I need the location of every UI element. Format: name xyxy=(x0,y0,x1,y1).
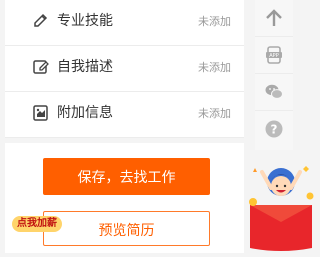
svg-text:?: ? xyxy=(271,123,278,137)
raise-salary-promo[interactable] xyxy=(244,150,318,253)
wechat-icon xyxy=(265,84,283,99)
svg-text:APP: APP xyxy=(269,53,278,59)
section-label: 附加信息 xyxy=(57,105,113,121)
divider xyxy=(5,138,244,143)
promo-label: 点我加薪 xyxy=(12,216,62,232)
side-tool-rail: APP ? xyxy=(255,0,293,150)
section-status: 未添加 xyxy=(198,61,231,74)
section-row-additional-info[interactable]: 附加信息 未添加 xyxy=(5,92,244,138)
section-row-self-description[interactable]: 自我描述 未添加 xyxy=(5,46,244,92)
pen-icon xyxy=(32,12,50,30)
section-label: 自我描述 xyxy=(57,59,113,75)
info-icon xyxy=(32,104,50,122)
section-row-skills[interactable]: 专业技能 未添加 xyxy=(5,0,244,46)
help-icon: ? xyxy=(265,120,283,138)
save-and-find-job-button[interactable]: 保存，去找工作 xyxy=(43,158,210,195)
section-label: 专业技能 xyxy=(57,13,113,29)
back-to-top-button[interactable] xyxy=(255,0,293,37)
wechat-button[interactable] xyxy=(255,74,293,111)
preview-resume-button[interactable]: 预览简历 xyxy=(43,211,210,246)
section-status: 未添加 xyxy=(198,107,231,120)
app-download-button[interactable]: APP xyxy=(255,37,293,74)
edit-icon xyxy=(32,58,50,76)
app-icon: APP xyxy=(266,46,282,64)
promo-illustration xyxy=(249,166,314,251)
help-button[interactable]: ? xyxy=(255,111,293,148)
section-status: 未添加 xyxy=(198,15,231,28)
back-to-top-icon xyxy=(266,9,282,26)
